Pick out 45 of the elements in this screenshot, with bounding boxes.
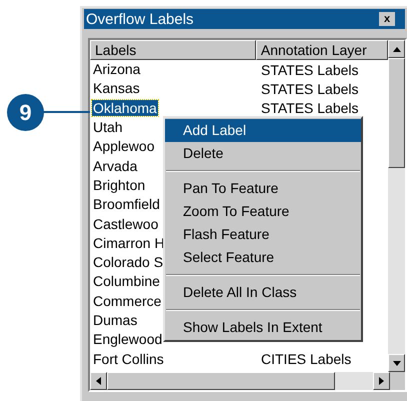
layer-cell-text: STATES Labels — [260, 62, 359, 78]
horizontal-scrollbar[interactable] — [90, 372, 390, 390]
label-cell[interactable]: Oklahoma — [92, 100, 158, 116]
label-cell[interactable]: Arizona — [92, 61, 142, 78]
menu-item[interactable]: Pan To Feature — [165, 177, 361, 200]
label-cell[interactable]: Utah — [92, 119, 124, 136]
label-cell[interactable]: Fort Collins — [92, 350, 165, 367]
scroll-right-button[interactable] — [373, 372, 390, 390]
menu-item[interactable]: Add Label — [165, 119, 361, 142]
label-cell[interactable]: Colorado S — [92, 254, 164, 270]
window-title: Overflow Labels — [86, 12, 194, 26]
label-cell[interactable]: Brighton — [92, 176, 146, 193]
menu-item[interactable]: Flash Feature — [165, 223, 361, 246]
scroll-thumb[interactable] — [107, 372, 335, 390]
label-cell[interactable]: Applewoo — [92, 138, 156, 154]
callout-badge: 9 — [7, 94, 44, 131]
label-cell[interactable]: Broomfield — [92, 196, 161, 212]
label-cell[interactable]: Commerce — [92, 292, 162, 309]
label-cell[interactable]: Columbine — [92, 273, 161, 290]
close-button[interactable]: x — [379, 12, 395, 26]
layer-cell-text: STATES Labels — [260, 100, 359, 116]
menu-item[interactable]: Delete All In Class — [165, 281, 361, 304]
label-cell[interactable]: Arvada — [92, 158, 138, 174]
label-cell[interactable]: Englewood — [92, 331, 164, 348]
layer-cell-text: CITIES Labels — [260, 351, 352, 368]
label-cell[interactable]: Castlewoo — [92, 216, 160, 232]
column-header[interactable]: Annotation Layer — [256, 40, 388, 60]
down-arrow-icon — [392, 360, 400, 366]
scroll-down-button[interactable] — [388, 354, 405, 372]
left-arrow-icon — [96, 377, 101, 385]
up-arrow-icon — [392, 46, 400, 52]
right-arrow-icon — [379, 377, 384, 385]
menu-item[interactable]: Select Feature — [165, 246, 361, 269]
scroll-thumb[interactable] — [388, 58, 405, 168]
layer-cell-text: STATES Labels — [260, 80, 359, 97]
label-cell[interactable]: Dumas — [92, 312, 138, 328]
label-cell[interactable]: Kansas — [92, 80, 141, 96]
vertical-scrollbar[interactable] — [388, 40, 405, 372]
column-header[interactable]: Labels — [90, 40, 256, 60]
leader-line — [42, 111, 90, 113]
menu-item[interactable]: Delete — [165, 142, 361, 165]
menu-item[interactable]: Show Labels In Extent — [165, 316, 361, 339]
scroll-left-button[interactable] — [90, 372, 107, 390]
scroll-up-button[interactable] — [388, 40, 405, 58]
menu-item[interactable]: Zoom To Feature — [165, 200, 361, 223]
